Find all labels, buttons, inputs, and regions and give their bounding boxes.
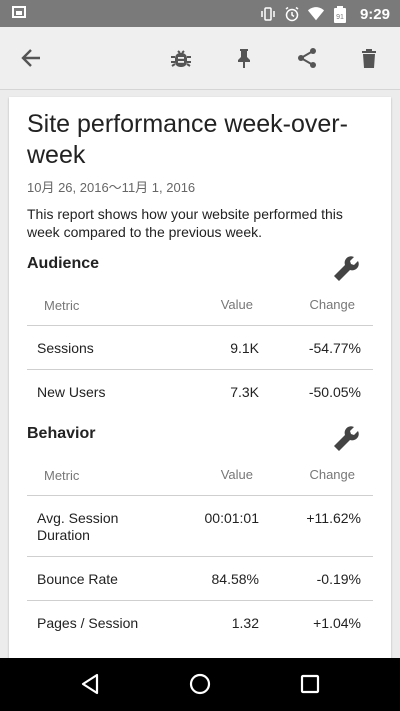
bug-icon xyxy=(171,50,191,67)
nav-home-button[interactable] xyxy=(186,670,214,698)
arrow-left-icon xyxy=(21,49,40,67)
value-cell: 84.58% xyxy=(211,571,259,587)
change-column-header: Change xyxy=(309,467,355,482)
triangle-back-icon xyxy=(81,673,99,695)
share-icon xyxy=(298,48,316,68)
circle-home-icon xyxy=(189,673,211,695)
clock-time: 9:29 xyxy=(359,5,390,23)
nav-recents-button[interactable] xyxy=(296,670,324,698)
change-cell: +11.62% xyxy=(306,510,361,526)
table-row: New Users 7.3K -50.05% xyxy=(27,370,373,413)
report-card: Site performance week-over-week 10月 26, … xyxy=(9,97,391,667)
behavior-customize-button[interactable] xyxy=(331,423,359,451)
value-cell: 7.3K xyxy=(230,384,259,400)
report-description: This report shows how your website perfo… xyxy=(27,206,343,240)
debug-button[interactable] xyxy=(167,44,195,72)
audience-heading: Audience xyxy=(27,255,100,272)
value-column-header: Value xyxy=(220,467,253,482)
audience-table: Metric Value Change Sessions 9.1K -54.77… xyxy=(27,283,373,413)
battery-icon: 91 xyxy=(332,5,348,23)
value-cell: 00:01:01 xyxy=(204,510,260,526)
navigation-bar xyxy=(0,658,400,711)
alarm-icon xyxy=(284,6,300,22)
metric-cell: New Users xyxy=(37,384,106,400)
metric-cell: Sessions xyxy=(37,340,94,356)
report-title: Site performance week-over-week xyxy=(27,110,348,169)
image-notification-icon xyxy=(12,6,26,18)
value-column-header: Value xyxy=(220,297,253,312)
change-cell: -50.05% xyxy=(308,384,361,400)
metric-cell: Bounce Rate xyxy=(37,571,118,587)
wrench-icon xyxy=(334,426,359,451)
metric-cell: Avg. Session Duration xyxy=(37,510,119,543)
audience-customize-button[interactable] xyxy=(331,253,359,281)
toolbar xyxy=(0,27,400,90)
change-cell: -0.19% xyxy=(316,571,361,587)
value-cell: 1.32 xyxy=(231,615,259,631)
change-cell: -54.77% xyxy=(308,340,361,356)
behavior-table: Metric Value Change Avg. Session Duratio… xyxy=(27,453,373,644)
status-bar: 91 9:29 xyxy=(0,0,400,27)
nav-back-button[interactable] xyxy=(76,670,104,698)
status-icons: 91 9:29 xyxy=(260,4,390,24)
behavior-heading: Behavior xyxy=(27,425,96,442)
table-row: Bounce Rate 84.58% -0.19% xyxy=(27,557,373,601)
svg-text:91: 91 xyxy=(336,14,344,21)
wrench-icon xyxy=(334,256,359,281)
pin-button[interactable] xyxy=(230,44,258,72)
value-cell: 9.1K xyxy=(230,340,259,356)
change-column-header: Change xyxy=(309,297,355,312)
vibrate-icon xyxy=(260,6,276,22)
report-date-range: 10月 26, 2016～11月 1, 2016 xyxy=(27,180,196,195)
table-row: Pages / Session 1.32 +1.04% xyxy=(27,601,373,644)
change-cell: +1.04% xyxy=(313,615,361,631)
table-header: Metric Value Change xyxy=(27,453,373,496)
delete-button[interactable] xyxy=(355,44,383,72)
metric-cell: Pages / Session xyxy=(37,615,139,631)
wifi-icon xyxy=(307,6,324,22)
pin-icon xyxy=(238,49,250,68)
share-button[interactable] xyxy=(293,44,321,72)
square-recents-icon xyxy=(300,674,320,694)
table-row: Avg. Session Duration 00:01:01 +11.62% xyxy=(27,496,373,557)
table-header: Metric Value Change xyxy=(27,283,373,326)
metric-column-header: Metric xyxy=(44,468,80,483)
metric-column-header: Metric xyxy=(44,298,80,313)
trash-icon xyxy=(362,49,376,68)
table-row: Sessions 9.1K -54.77% xyxy=(27,326,373,370)
back-button[interactable] xyxy=(17,44,45,72)
